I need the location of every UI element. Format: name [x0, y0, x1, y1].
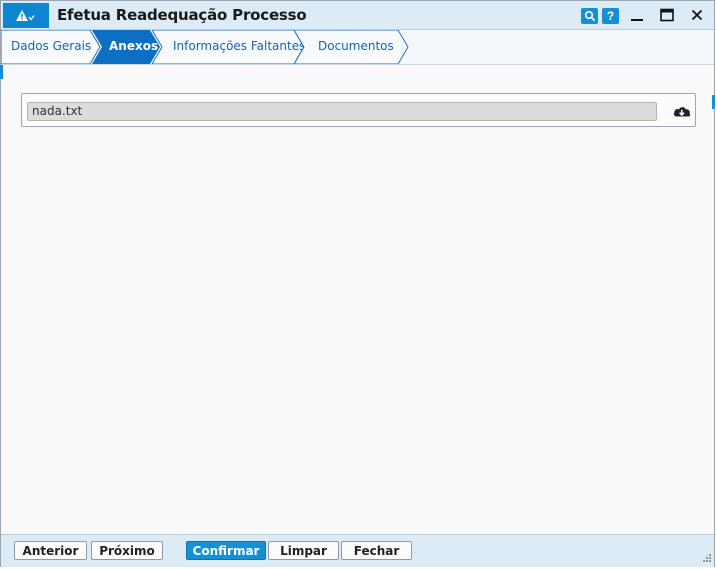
- search-icon[interactable]: [581, 8, 598, 24]
- help-button[interactable]: ?: [602, 8, 619, 24]
- cloud-download-icon[interactable]: [672, 103, 692, 119]
- title-bar: Efetua Readequação Processo ?: [1, 1, 714, 30]
- tab-label: Dados Gerais: [11, 39, 92, 53]
- tab-label: Documentos: [318, 39, 394, 53]
- clear-button[interactable]: Limpar: [268, 541, 339, 560]
- maximize-icon[interactable]: [657, 6, 677, 24]
- next-button[interactable]: Próximo: [91, 541, 163, 560]
- app-warning-icon[interactable]: [3, 3, 49, 28]
- tab-dados-gerais[interactable]: Dados Gerais: [1, 30, 101, 64]
- confirm-button[interactable]: Confirmar: [186, 541, 266, 560]
- wizard-tabs: Dados Gerais Anexos Informações Faltante…: [1, 30, 714, 65]
- tab-documentos[interactable]: Documentos: [294, 30, 414, 64]
- help-icon: ?: [606, 9, 615, 23]
- tab-label: Anexos: [109, 39, 159, 53]
- dialog-window: Efetua Readequação Processo ? Dados Gera…: [0, 0, 715, 567]
- window-title: Efetua Readequação Processo: [57, 6, 307, 24]
- resize-grip-icon[interactable]: [702, 553, 712, 563]
- close-icon[interactable]: [687, 6, 707, 24]
- tab-label: Informações Faltantes: [173, 39, 306, 53]
- minimize-icon[interactable]: [627, 6, 647, 24]
- attachment-panel: nada.txt: [21, 93, 696, 127]
- close-button[interactable]: Fechar: [341, 541, 412, 560]
- previous-button[interactable]: Anterior: [14, 541, 87, 560]
- tab-informacoes-faltantes[interactable]: Informações Faltantes: [152, 30, 308, 64]
- file-name-field[interactable]: nada.txt: [27, 102, 657, 121]
- right-accent-marker: [712, 95, 715, 109]
- left-accent-marker: [0, 65, 3, 79]
- footer-toolbar: Anterior Próximo Confirmar Limpar Fechar: [1, 534, 714, 567]
